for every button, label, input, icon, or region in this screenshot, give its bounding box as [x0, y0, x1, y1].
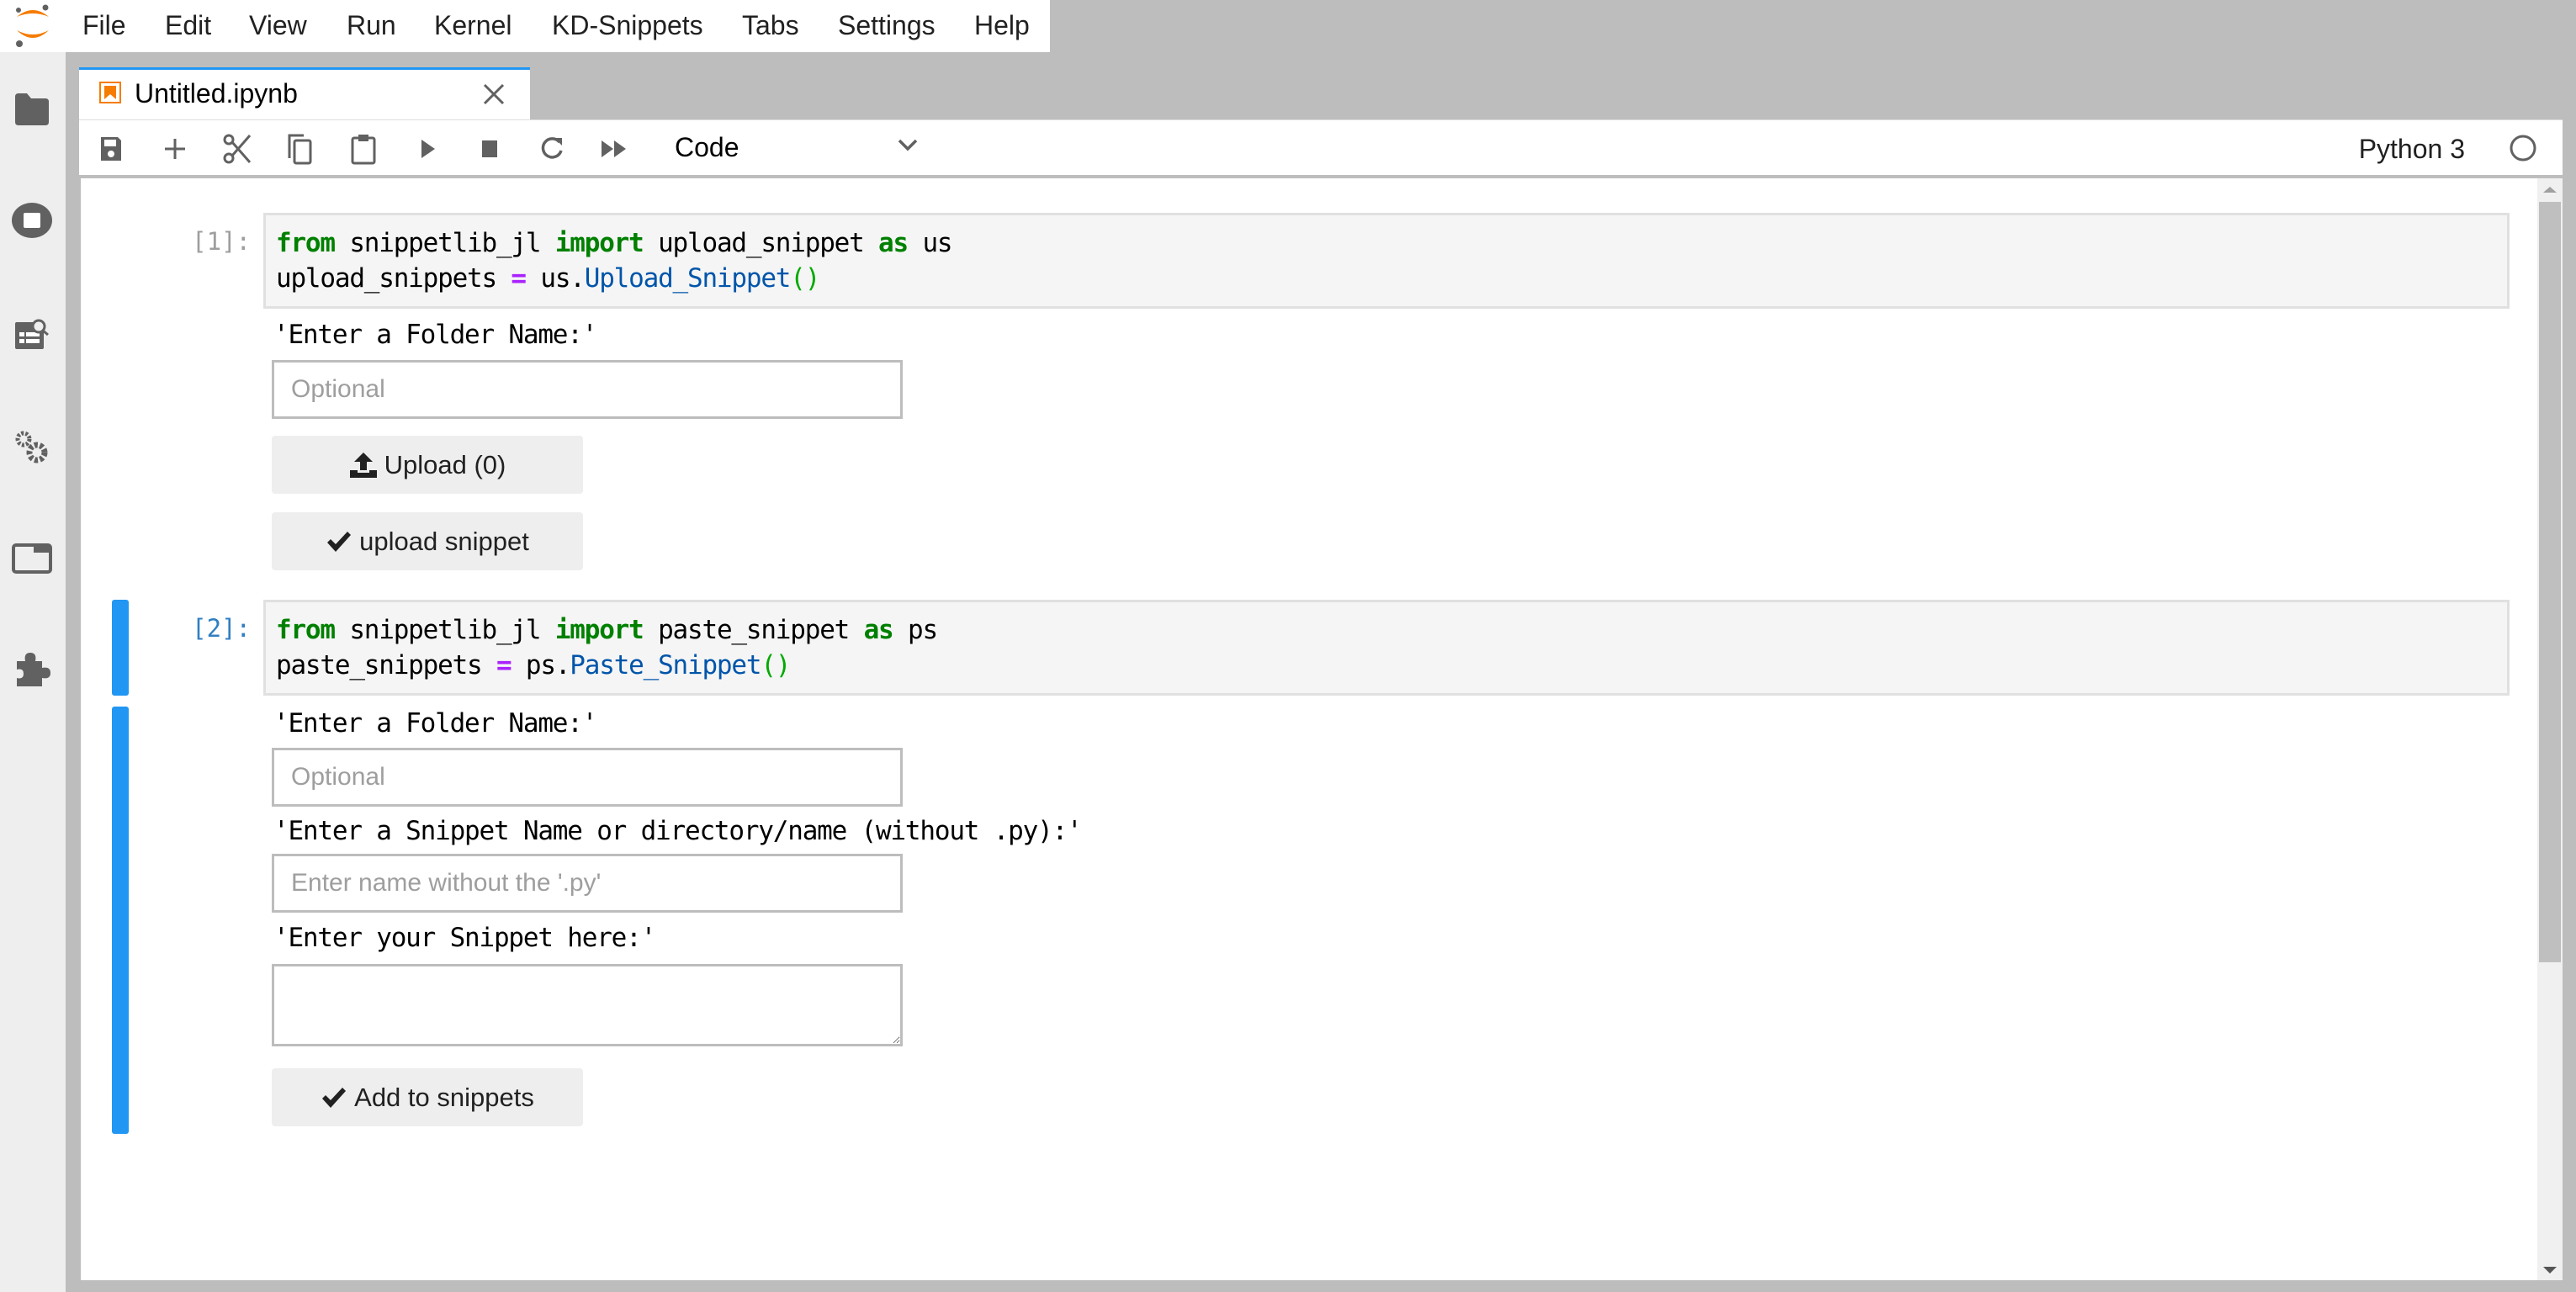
copy-icon: [288, 134, 312, 165]
menubar: File Edit View Run Kernel KD-Snippets Ta…: [0, 0, 1050, 52]
scissors-icon: [223, 134, 252, 164]
code-token: upload_snippets: [276, 263, 511, 294]
check-icon: [327, 531, 352, 552]
notebook-scrollbar[interactable]: [2537, 178, 2563, 1280]
code-token: ps: [893, 615, 938, 645]
cell-2-output-active-indicator[interactable]: [112, 707, 129, 1134]
insert-cell-button[interactable]: [156, 130, 193, 167]
check-icon: [322, 1087, 347, 1108]
save-icon: [101, 137, 121, 161]
folder-icon[interactable]: [12, 89, 52, 130]
snippet-body-label: 'Enter your Snippet here:': [273, 923, 656, 953]
extension-puzzle-icon[interactable]: [12, 649, 52, 690]
add-to-snippets-button[interactable]: Add to snippets: [272, 1068, 583, 1126]
scrollbar-thumb[interactable]: [2539, 202, 2561, 962]
menu-file[interactable]: File: [82, 7, 126, 44]
code-token: us: [907, 228, 952, 258]
upload-snippet-button[interactable]: upload snippet: [272, 512, 583, 570]
refresh-icon: [541, 137, 563, 159]
code-token: ps.: [511, 650, 571, 680]
copy-button[interactable]: [281, 130, 318, 167]
chevron-down-icon: [898, 139, 918, 151]
kernel-name[interactable]: Python 3: [2359, 134, 2465, 165]
upload-button-label: Upload (0): [384, 449, 506, 479]
cell-2-code: from snippetlib_jl import paste_snippet …: [276, 612, 938, 683]
save-button[interactable]: [93, 130, 130, 167]
snippet-name-label: 'Enter a Snippet Name or directory/name …: [273, 816, 1083, 846]
interrupt-button[interactable]: [471, 130, 508, 167]
left-sidebar: [0, 52, 66, 1292]
code-token: import: [554, 228, 644, 258]
running-stop-icon[interactable]: [12, 200, 52, 241]
code-token: as: [878, 228, 909, 258]
close-icon[interactable]: [480, 80, 508, 109]
cell-type-select[interactable]: Code: [675, 129, 927, 167]
menu-view[interactable]: View: [249, 7, 307, 44]
menu-kd-snippets[interactable]: KD-Snippets: [552, 7, 703, 44]
code-token: (): [761, 650, 791, 680]
upload-icon: [349, 452, 377, 478]
restart-button[interactable]: [533, 130, 570, 167]
paste-button[interactable]: [345, 130, 382, 167]
cell-1-folder-label: 'Enter a Folder Name:': [273, 320, 597, 350]
code-token: snippetlib_jl: [334, 228, 555, 258]
clipboard-icon: [351, 135, 376, 165]
code-token: =: [511, 263, 527, 294]
cell-1-folder-name-input[interactable]: [272, 360, 903, 419]
notebook-tab[interactable]: Untitled.ipynb: [79, 67, 530, 119]
code-token: Paste_Snippet: [570, 650, 761, 680]
notebook-icon: [99, 82, 121, 103]
upload-file-button[interactable]: Upload (0): [272, 436, 583, 494]
menu-settings[interactable]: Settings: [838, 7, 936, 44]
cell-2-folder-label: 'Enter a Folder Name:': [273, 708, 597, 739]
notebook-toolbar: Code Python 3: [79, 119, 2563, 178]
scroll-down-arrow-icon[interactable]: [2543, 1267, 2557, 1273]
code-token: =: [496, 650, 512, 680]
code-token: (): [790, 263, 820, 294]
code-token: snippetlib_jl: [334, 615, 555, 645]
code-token: from: [276, 615, 336, 645]
settings-gears-icon[interactable]: [12, 427, 52, 468]
cell-1-code-editor[interactable]: from snippetlib_jl import upload_snippet…: [263, 213, 2510, 309]
menu-help[interactable]: Help: [974, 7, 1030, 44]
scroll-up-arrow-icon[interactable]: [2543, 187, 2557, 193]
snippet-name-input[interactable]: [272, 854, 903, 913]
menu-run[interactable]: Run: [347, 7, 396, 44]
tab-title: Untitled.ipynb: [135, 78, 298, 109]
code-token: paste_snippets: [276, 650, 496, 680]
run-button[interactable]: [409, 130, 446, 167]
add-to-snippets-label: Add to snippets: [354, 1082, 534, 1112]
cell-2-prompt: [2]:: [192, 614, 251, 643]
cell-1-prompt: [1]:: [192, 227, 251, 256]
cell-2-folder-name-input[interactable]: [272, 748, 903, 807]
upload-snippet-label: upload snippet: [359, 526, 529, 556]
code-token: Upload_Snippet: [584, 263, 792, 294]
code-token: import: [554, 615, 644, 645]
property-inspector-icon[interactable]: [12, 315, 52, 355]
cut-button[interactable]: [219, 130, 256, 167]
menu-kernel[interactable]: Kernel: [434, 7, 512, 44]
plus-icon: [165, 139, 185, 159]
cell-type-value: Code: [675, 132, 739, 162]
code-token: upload_snippet: [643, 228, 879, 258]
kernel-idle-circle-icon: [2510, 135, 2536, 162]
tabs-window-icon[interactable]: [12, 538, 52, 579]
restart-run-all-button[interactable]: [596, 130, 633, 167]
code-token: us.: [525, 263, 586, 294]
cell-1-code: from snippetlib_jl import upload_snippet…: [276, 225, 953, 296]
menu-edit[interactable]: Edit: [165, 7, 211, 44]
menu-tabs[interactable]: Tabs: [742, 7, 799, 44]
play-icon: [421, 140, 435, 158]
cell-2-code-editor[interactable]: from snippetlib_jl import paste_snippet …: [263, 600, 2510, 696]
stop-icon: [482, 140, 497, 157]
snippet-body-textarea[interactable]: [272, 964, 903, 1046]
code-token: paste_snippet: [643, 615, 864, 645]
fast-forward-icon: [602, 140, 626, 157]
jupyter-logo-icon: [16, 4, 49, 47]
code-token: from: [276, 228, 336, 258]
code-token: as: [863, 615, 894, 645]
